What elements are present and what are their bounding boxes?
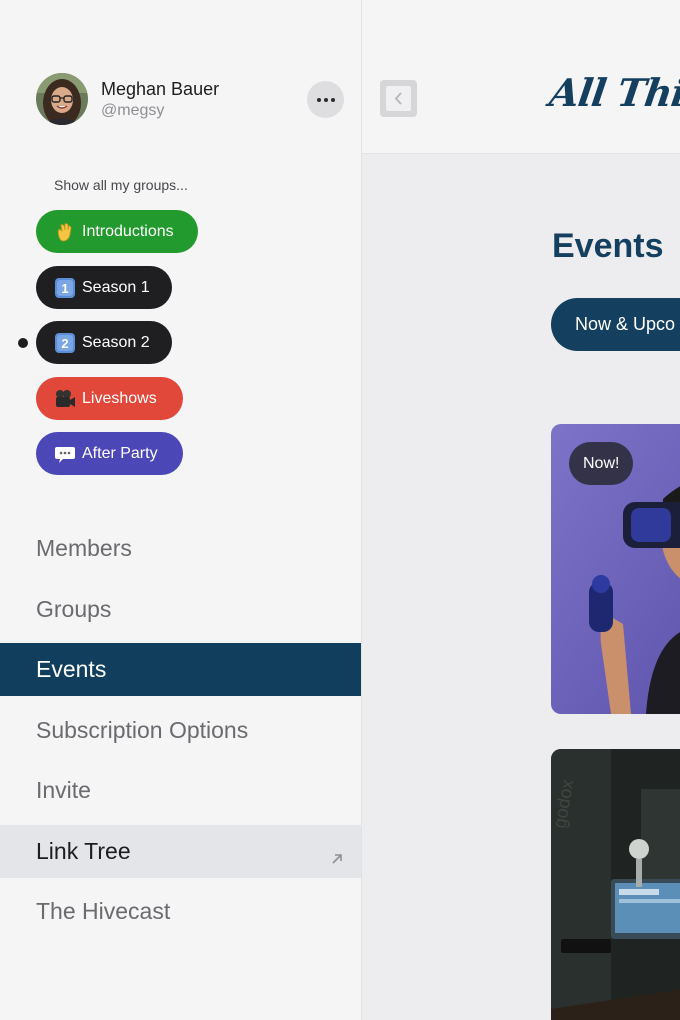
- nav-item-label: Invite: [36, 777, 91, 803]
- nav-item-the-hivecast[interactable]: The Hivecast: [0, 885, 361, 938]
- svg-text:1: 1: [61, 281, 68, 296]
- keycap-2-icon: 2: [54, 332, 76, 354]
- keycap-1-icon: 1: [54, 277, 76, 299]
- nav-item-link-tree[interactable]: Link Tree: [0, 824, 361, 878]
- external-link-arrow-icon: [330, 845, 344, 864]
- group-pill-label: After Party: [82, 444, 158, 462]
- collapse-sidebar-button[interactable]: [380, 80, 417, 117]
- speech-bubble-icon: [54, 443, 76, 465]
- nav-item-label: Link Tree: [36, 837, 131, 864]
- event-card[interactable]: Now!: [551, 424, 680, 714]
- profile-name: Meghan Bauer: [101, 79, 220, 99]
- group-pill-label: Season 1: [82, 278, 150, 296]
- group-pill-introductions[interactable]: Introductions: [36, 210, 198, 253]
- nav-item-groups[interactable]: Groups: [0, 583, 361, 636]
- svg-text:2: 2: [61, 336, 68, 351]
- nav-item-label: Events: [36, 656, 107, 682]
- event-card[interactable]: godox: [551, 749, 680, 1020]
- sidebar-collapse-icon: [386, 86, 411, 111]
- sidebar-nav: Members Groups Events Subscription Optio…: [0, 522, 361, 946]
- group-pill-season-2[interactable]: 2 Season 2: [18, 321, 172, 364]
- group-pill-liveshows[interactable]: Liveshows: [36, 377, 183, 420]
- profile-handle: @megsy: [101, 102, 165, 119]
- community-logo[interactable]: All Things P: [547, 70, 680, 115]
- waving-hand-icon: [54, 221, 76, 243]
- top-bar: All Things P: [362, 0, 680, 154]
- now-badge: Now!: [569, 442, 634, 485]
- nav-item-invite[interactable]: Invite: [0, 764, 361, 817]
- page-title: Events: [552, 227, 664, 265]
- more-options-button[interactable]: [307, 81, 344, 118]
- main-content: All Things P Events Now & Upco Now!: [362, 0, 680, 1020]
- nav-item-events[interactable]: Events: [0, 643, 361, 696]
- nav-item-label: Subscription Options: [36, 716, 249, 743]
- group-pill-label: Liveshows: [82, 389, 157, 407]
- nav-item-label: Members: [36, 535, 132, 561]
- filter-now-upcoming-tab[interactable]: Now & Upco: [551, 298, 680, 351]
- group-pill-label: Introductions: [82, 222, 174, 240]
- event-image-podcast-studio: godox: [551, 749, 680, 1020]
- nav-item-members[interactable]: Members: [0, 522, 361, 575]
- avatar[interactable]: [36, 73, 88, 125]
- sidebar: Meghan Bauer @megsy Show all my groups..…: [0, 0, 362, 1020]
- group-pill-after-party[interactable]: After Party: [36, 432, 183, 475]
- nav-item-label: Groups: [36, 595, 112, 622]
- group-pill-label: Season 2: [82, 333, 150, 351]
- show-all-groups-link[interactable]: Show all my groups...: [54, 177, 188, 193]
- profile-header[interactable]: Meghan Bauer @megsy: [36, 73, 346, 125]
- ellipsis-icon: [316, 97, 321, 102]
- nav-item-label: The Hivecast: [36, 898, 171, 924]
- selected-indicator: [18, 338, 28, 348]
- group-pill-season-1[interactable]: 1 Season 1: [36, 266, 172, 309]
- video-camera-icon: [54, 388, 76, 410]
- nav-item-subscription-options[interactable]: Subscription Options: [0, 704, 361, 757]
